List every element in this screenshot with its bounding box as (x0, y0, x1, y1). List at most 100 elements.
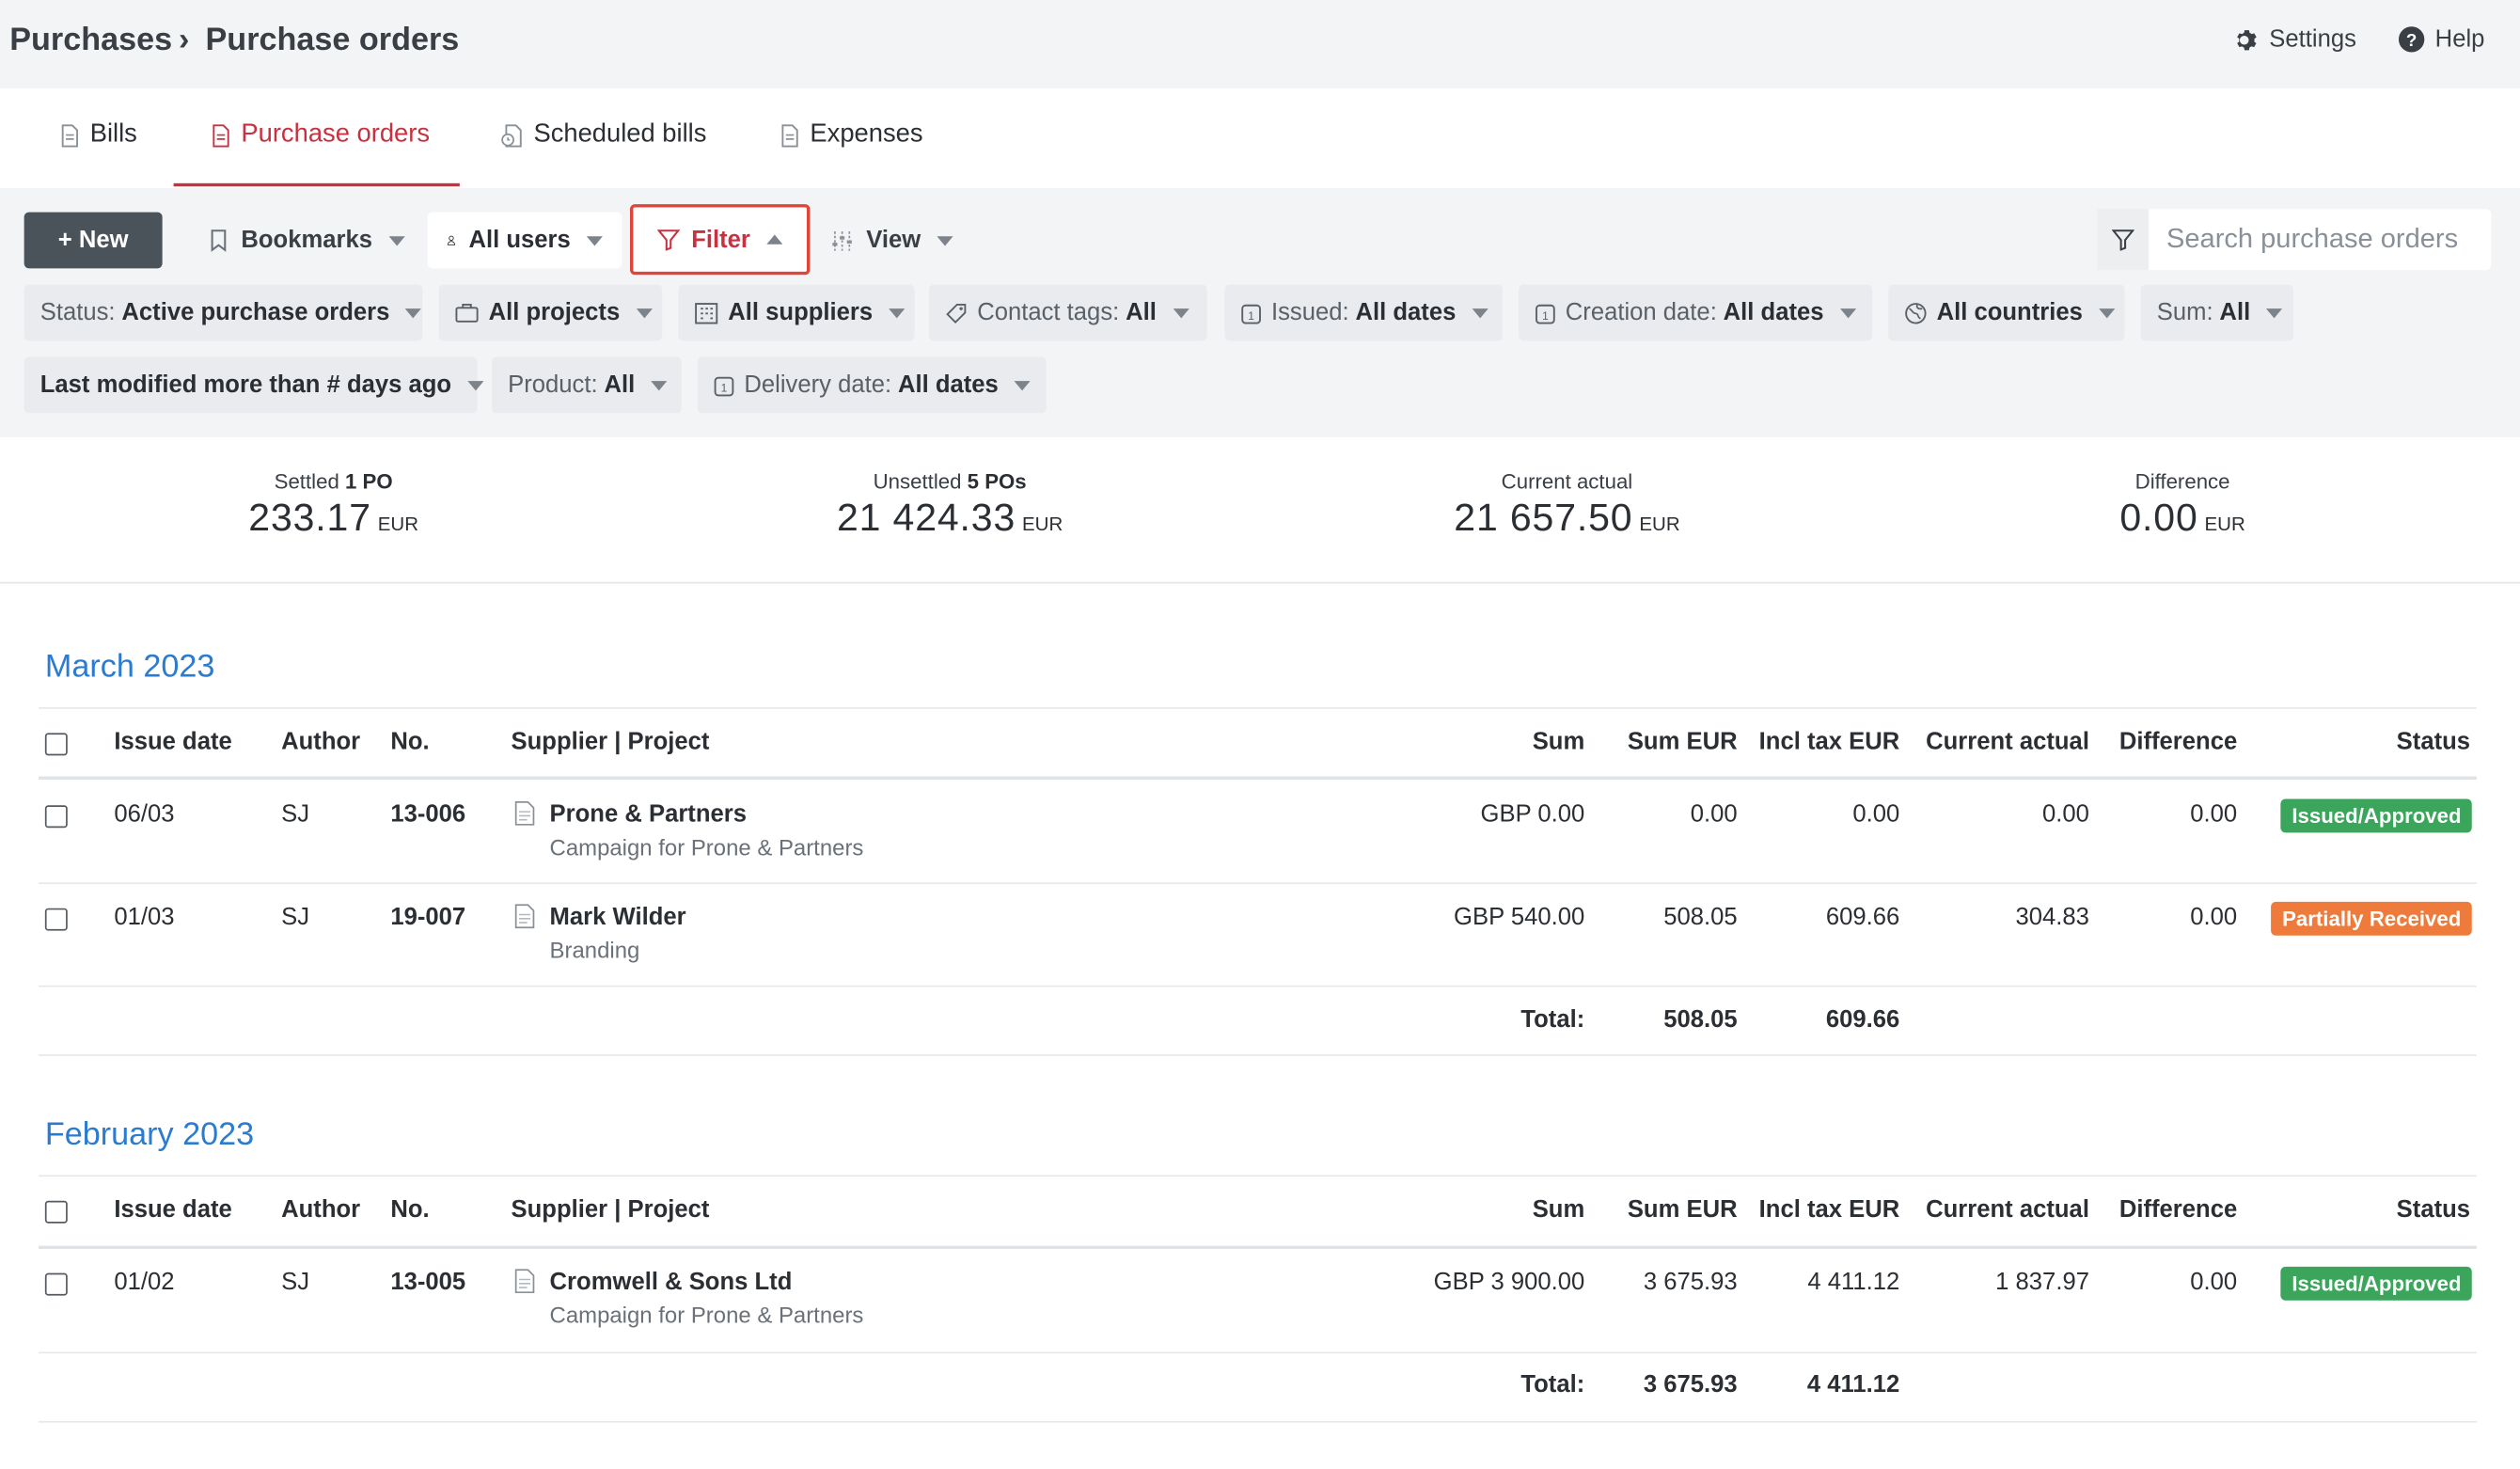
select-all-checkbox[interactable] (44, 1200, 68, 1224)
cell-project: Campaign for Prone & Partners (549, 1302, 864, 1328)
last-modified-filter-chip[interactable]: Last modified more than # days ago (24, 356, 484, 414)
cell-no[interactable]: 19-007 (390, 904, 465, 931)
col-status[interactable]: Status (2309, 728, 2470, 755)
col-difference[interactable]: Difference (2076, 1196, 2237, 1224)
breadcrumb-parent[interactable]: Purchases (9, 23, 172, 58)
col-supplier-project[interactable]: Supplier | Project (512, 728, 710, 755)
col-difference[interactable]: Difference (2076, 728, 2237, 755)
cell-sum-eur: 3 675.93 (1643, 1268, 1738, 1296)
chevron-down-icon (405, 308, 422, 318)
settings-label: Settings (2269, 25, 2356, 54)
cell-sum: GBP 540.00 (1454, 903, 1585, 931)
col-no[interactable]: No. (390, 728, 429, 755)
search-filter-button[interactable] (2097, 209, 2150, 271)
delivery-date-filter-chip[interactable]: 1 Delivery date: All dates (697, 356, 1047, 414)
cell-sum: GBP 0.00 (1480, 800, 1585, 829)
creation-date-filter-chip[interactable]: 1 Creation date: All dates (1519, 284, 1873, 341)
cell-incl-tax-eur: 0.00 (1852, 800, 1900, 829)
col-supplier-project[interactable]: Supplier | Project (512, 1196, 710, 1224)
cell-supplier[interactable]: Mark Wilder (550, 904, 686, 931)
help-label: Help (2434, 25, 2485, 54)
cell-sum-eur: 508.05 (1663, 903, 1738, 931)
col-current-actual[interactable]: Current actual (1897, 1196, 2089, 1224)
contact-tags-filter-chip[interactable]: Contact tags: All (928, 284, 1207, 341)
cell-author: SJ (281, 800, 310, 829)
tab-expenses[interactable]: Expenses (778, 120, 923, 150)
svg-text:1: 1 (721, 381, 728, 394)
status-filter-chip[interactable]: Status: Active purchase orders (24, 284, 423, 341)
document-icon (514, 801, 535, 826)
cell-no[interactable]: 13-006 (390, 800, 465, 828)
all-users-label: All users (468, 226, 571, 255)
sum-filter-chip[interactable]: Sum: All (2140, 284, 2294, 341)
calendar-icon: 1 (1241, 301, 1262, 324)
cell-issue-date: 01/02 (114, 1268, 175, 1296)
chip-prefix: Product: (508, 371, 598, 399)
total-incl-tax-eur: 4 411.12 (1806, 1370, 1900, 1399)
summary-count: 1 PO (345, 469, 393, 494)
col-incl-tax-eur[interactable]: Incl tax EUR (1707, 728, 1900, 755)
cell-no[interactable]: 13-005 (390, 1269, 465, 1296)
cell-issue-date: 01/03 (114, 903, 175, 931)
chevron-down-icon (1172, 308, 1189, 318)
issued-filter-chip[interactable]: 1 Issued: All dates (1224, 284, 1504, 341)
tab-scheduled-bills[interactable]: Scheduled bills (500, 120, 707, 150)
help-button[interactable]: ? Help (2398, 25, 2484, 53)
view-dropdown[interactable]: View (811, 213, 972, 269)
chevron-down-icon (1014, 380, 1032, 390)
tab-bills[interactable]: Bills (58, 120, 137, 150)
chip-value: Active purchase orders (121, 298, 390, 326)
new-button[interactable]: + New (24, 212, 163, 269)
all-users-dropdown[interactable]: All users (427, 212, 622, 269)
summary-currency: EUR (1639, 513, 1680, 536)
select-all-checkbox[interactable] (44, 733, 68, 756)
cell-supplier[interactable]: Cromwell & Sons Ltd (550, 1269, 793, 1296)
row-checkbox[interactable] (44, 805, 68, 829)
summary-value: 21 657.50 (1454, 497, 1633, 541)
summary-currency: EUR (2204, 513, 2245, 536)
countries-filter-chip[interactable]: All countries (1888, 284, 2125, 341)
svg-text:1: 1 (1248, 308, 1254, 322)
settings-button[interactable]: Settings (2234, 25, 2356, 53)
chip-value: All (1126, 298, 1157, 326)
col-issue-date[interactable]: Issue date (114, 1196, 231, 1224)
col-sum[interactable]: Sum (1424, 1196, 1585, 1224)
summary-label: Settled (274, 469, 339, 494)
search-input[interactable] (2149, 209, 2492, 271)
tab-label: Scheduled bills (533, 120, 707, 149)
bookmarks-dropdown[interactable]: Bookmarks (190, 213, 424, 269)
total-label: Total: (1520, 1370, 1585, 1399)
chip-value: All dates (1723, 298, 1824, 326)
chevron-down-icon (1839, 308, 1856, 318)
tab-label: Bills (89, 120, 137, 149)
document-icon (514, 904, 535, 929)
summary-label: Current actual (1501, 469, 1633, 494)
filter-label: Filter (691, 226, 750, 254)
cell-supplier[interactable]: Prone & Partners (550, 800, 747, 828)
calendar-icon: 1 (714, 373, 734, 396)
group-title[interactable]: March 2023 (45, 650, 215, 687)
status-badge: Partially Received (2271, 901, 2473, 936)
col-issue-date[interactable]: Issue date (114, 728, 231, 755)
col-no[interactable]: No. (390, 1196, 429, 1224)
col-author[interactable]: Author (281, 728, 360, 755)
suppliers-filter-chip[interactable]: All suppliers (678, 284, 915, 341)
tab-purchase-orders[interactable]: Purchase orders (209, 120, 430, 150)
col-incl-tax-eur[interactable]: Incl tax EUR (1707, 1196, 1900, 1224)
row-checkbox[interactable] (44, 1272, 68, 1296)
filter-button[interactable]: Filter (630, 204, 811, 276)
cell-current-actual: 0.00 (2042, 800, 2089, 829)
group-title[interactable]: February 2023 (45, 1117, 254, 1154)
col-author[interactable]: Author (281, 1196, 360, 1224)
chevron-up-icon (766, 234, 783, 245)
col-status[interactable]: Status (2309, 1196, 2470, 1224)
summary-count: 5 POs (967, 469, 1027, 494)
projects-filter-chip[interactable]: All projects (438, 284, 663, 341)
col-current-actual[interactable]: Current actual (1897, 728, 2089, 755)
col-sum[interactable]: Sum (1424, 728, 1585, 755)
product-filter-chip[interactable]: Product: All (492, 356, 682, 414)
summary-settled: Settled 1 PO 233.17 EUR (225, 469, 442, 542)
summary-value: 21 424.33 (836, 497, 1016, 541)
row-checkbox[interactable] (44, 908, 68, 931)
chip-value: All dates (897, 371, 999, 399)
